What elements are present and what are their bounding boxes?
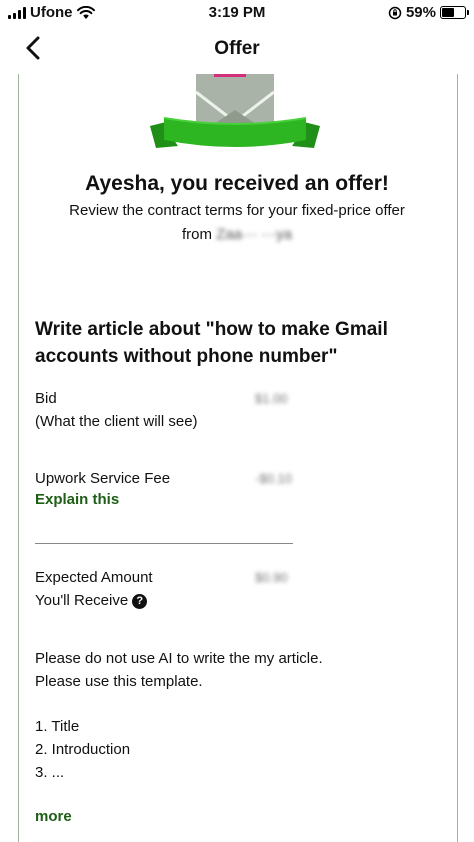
page-title: Offer [214,38,260,59]
job-title: Write article about "how to make Gmail a… [35,319,388,367]
service-fee-value: -$0.10 [255,471,292,486]
list-item: 1. Title [35,718,80,735]
help-icon[interactable]: ? [132,594,148,609]
service-fee-label: Upwork Service Fee [35,470,171,487]
status-right: 59% [388,4,469,21]
more-link[interactable]: more [35,808,72,825]
description-line: Please do not use AI to write the my art… [35,650,323,667]
offer-envelope-illustration [150,74,320,148]
list-item: 3. ... [35,764,65,781]
list-item: 2. Introduction [35,741,131,758]
expected-amount-label: Expected Amount [35,569,153,586]
nav-bar: Offer [0,30,474,70]
description-line: Please use this template. [35,673,203,690]
expected-amount-value: $0.90 [255,570,288,585]
expected-amount-sublabel: You'll Receive? [35,589,148,612]
battery-percent: 59% [405,4,436,21]
battery-icon [440,6,469,19]
explain-fee-link[interactable]: Explain this [35,491,119,508]
bid-label: Bid [35,390,57,407]
orientation-lock-icon [388,6,402,19]
offer-subtitle: Review the contract terms for your fixed… [69,202,405,219]
client-name: Zaa··· ···ya [216,226,292,243]
status-bar: Ufone 3:19 PM 59% [0,0,474,26]
divider [35,543,293,544]
offer-from-line: from Zaa··· ···ya [0,226,474,243]
from-label: from [182,226,212,243]
bid-value: $1.00 [255,391,288,406]
offer-headline: Ayesha, you received an offer! [85,172,389,195]
receive-label: You'll Receive [35,592,129,609]
bid-sublabel: (What the client will see) [35,413,198,430]
